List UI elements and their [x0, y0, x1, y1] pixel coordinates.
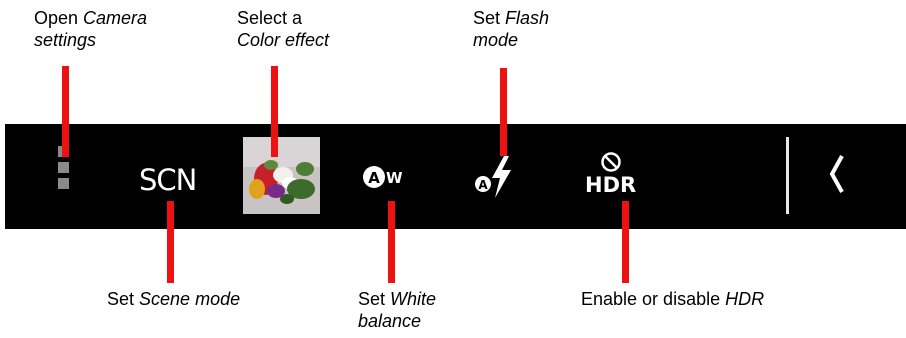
callout-text: Set	[473, 8, 506, 28]
callout-text: Select a	[237, 8, 303, 28]
color-effect-thumbnail[interactable]	[243, 137, 320, 214]
hdr-pointer	[622, 201, 629, 283]
white-balance-callout: Set White balance	[358, 288, 436, 332]
auto-white-balance-icon[interactable]: A W	[362, 162, 406, 197]
camera-settings-pointer	[62, 66, 69, 157]
awb-graphic: A W	[363, 166, 403, 188]
chevron-left-icon[interactable]	[827, 152, 847, 201]
dot	[58, 162, 69, 173]
callout-text: Set	[358, 289, 391, 309]
callout-text: Set	[107, 289, 140, 309]
callout-text: Open	[34, 8, 84, 28]
callout-emph: Color effect	[237, 30, 330, 50]
chevron-graphic	[829, 155, 844, 193]
scene-mode-pointer	[167, 201, 174, 283]
scene-mode-button[interactable]: SCN	[139, 163, 197, 197]
callout-emph: settings	[34, 30, 97, 50]
toolbar-divider	[786, 137, 789, 214]
color-effect-pointer	[271, 66, 278, 157]
hdr-label: HDR	[585, 173, 637, 197]
awb-badge-letter: A	[368, 169, 380, 187]
camera-settings-callout: Open Camera settings	[34, 7, 147, 51]
flash-badge-letter: A	[478, 178, 488, 192]
callout-emph: Scene mode	[139, 289, 241, 309]
flash-graphic: A	[475, 156, 511, 198]
hdr-toggle[interactable]: HDR	[585, 151, 636, 197]
callout-emph: HDR	[725, 289, 765, 309]
lightning-bolt	[492, 156, 511, 198]
callout-emph: Camera	[83, 8, 148, 28]
flash-mode-pointer	[500, 68, 507, 156]
awb-suffix-letter: W	[386, 169, 403, 187]
callout-emph: balance	[358, 311, 422, 331]
auto-flash-icon[interactable]: A	[474, 154, 518, 205]
dot	[58, 178, 69, 189]
hdr-callout: Enable or disable HDR	[581, 288, 764, 310]
flash-mode-callout: Set Flash mode	[473, 7, 549, 51]
color-effect-callout: Select a Color effect	[237, 7, 329, 51]
callout-emph: mode	[473, 30, 519, 50]
white-balance-pointer	[388, 201, 395, 283]
callout-emph: White	[390, 289, 437, 309]
callout-emph: Flash	[505, 8, 550, 28]
scene-mode-callout: Set Scene mode	[107, 288, 240, 310]
color-effect-image	[243, 137, 320, 214]
camera-toolbar: SCN A W A HDR	[5, 124, 906, 229]
hdr-off-icon	[600, 152, 621, 172]
callout-text: Enable or disable	[581, 289, 726, 309]
